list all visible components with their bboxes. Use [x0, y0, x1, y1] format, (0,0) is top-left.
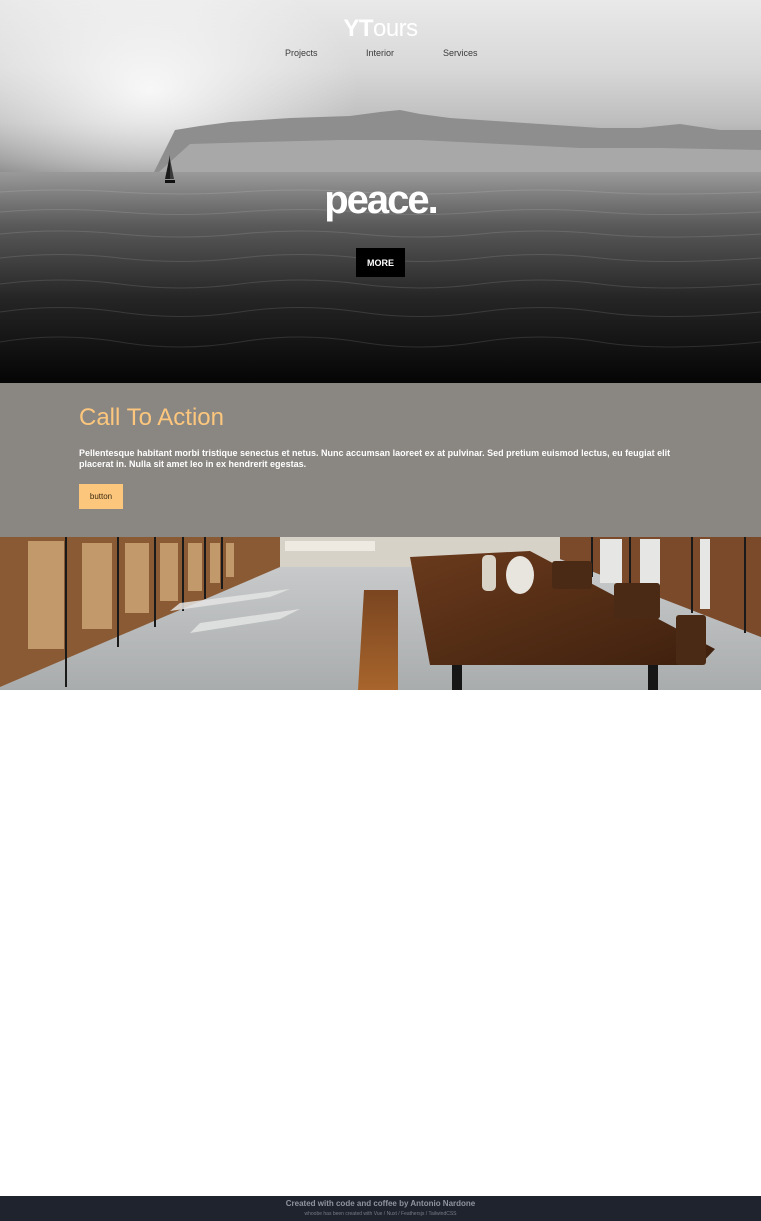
- more-button[interactable]: MORE: [356, 248, 405, 277]
- hero-mountains: [150, 110, 761, 180]
- nav-item-services[interactable]: Services: [443, 48, 478, 58]
- main-nav: Projects Interior Services: [0, 48, 761, 62]
- hero-headline: peace.: [324, 178, 439, 222]
- cta-button[interactable]: button: [79, 484, 123, 509]
- cta-text: Pellentesque habitant morbi tristique se…: [79, 448, 671, 469]
- site-logo[interactable]: YTours: [0, 15, 761, 43]
- footer-credit: Created with code and coffee by Antonio …: [285, 1199, 476, 1208]
- site-footer: Created with code and coffee by Antonio …: [0, 1196, 761, 1221]
- footer-tech-note: whoobe has been created with Vue / Nuxt …: [304, 1211, 457, 1217]
- interior-image: [0, 537, 761, 690]
- nav-item-projects[interactable]: Projects: [285, 48, 318, 58]
- cta-title: Call To Action: [79, 404, 224, 431]
- interior-illustration: [0, 537, 761, 690]
- hero-section: YTours Projects Interior Services peace.…: [0, 0, 761, 383]
- call-to-action-section: Call To Action Pellentesque habitant mor…: [0, 383, 761, 537]
- logo-bold-text: YT: [343, 15, 373, 42]
- logo-rest-text: ours: [372, 15, 418, 42]
- nav-item-interior[interactable]: Interior: [366, 48, 394, 58]
